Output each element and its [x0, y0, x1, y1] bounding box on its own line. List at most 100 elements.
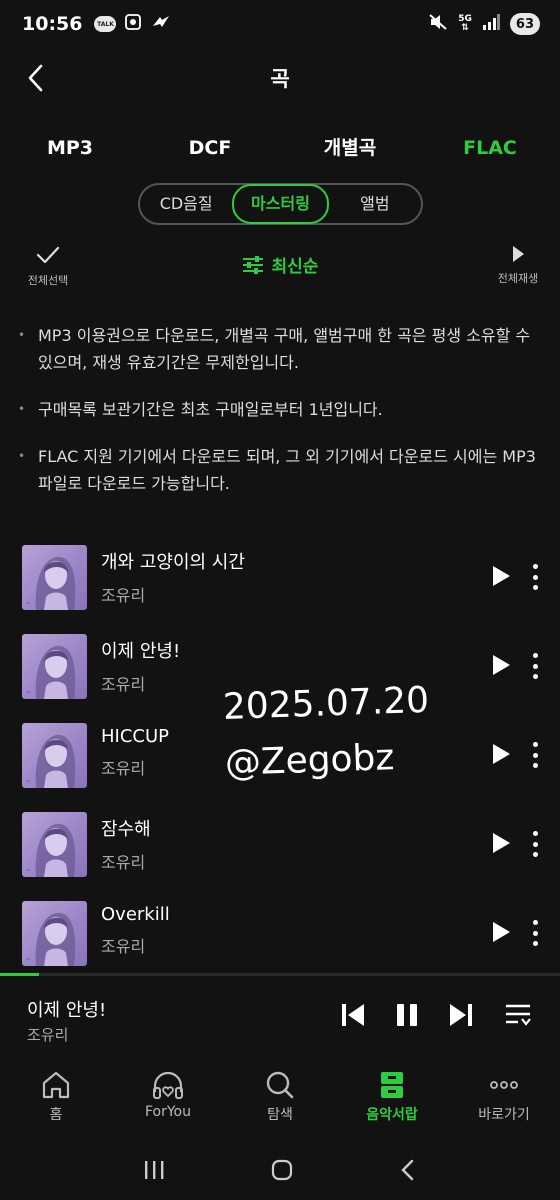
notice-text: MP3 이용권으로 다운로드, 개별곡 구매, 앨범구매 한 곡은 평생 소유할… — [38, 326, 531, 372]
album-illustration: ~ — [26, 556, 76, 610]
tab-individual[interactable]: 개별곡 — [280, 128, 420, 168]
segment-cd-quality[interactable]: CD음질 — [140, 185, 232, 223]
play-icon — [493, 744, 510, 764]
nav-explore[interactable]: 탐색 — [224, 1060, 336, 1144]
song-info: 개와 고양이의 시간 조유리 — [101, 548, 245, 606]
mute-icon — [428, 13, 448, 35]
more-dot — [532, 831, 538, 836]
home-system-button[interactable] — [270, 1158, 294, 1186]
notice-item: • FLAC 지원 기기에서 다운로드 되며, 그 외 기기에서 다운로드 시에… — [18, 443, 546, 497]
pause-icon — [397, 1004, 417, 1026]
song-artist: 조유리 — [101, 937, 146, 956]
play-icon — [493, 833, 510, 853]
more-dot — [532, 763, 538, 768]
back-button[interactable] — [20, 62, 52, 94]
drawer-icon — [381, 1072, 403, 1098]
notice-item: • 구매목록 보관기간은 최초 구매일로부터 1년입니다. — [18, 396, 546, 423]
song-more-button[interactable] — [526, 742, 544, 768]
album-art: ~ — [22, 545, 87, 610]
song-title: 잠수해 — [101, 819, 151, 840]
more-dot — [532, 742, 538, 747]
tab-flac[interactable]: FLAC — [420, 128, 560, 168]
signal-icon — [482, 14, 500, 34]
watermark-handle: @Zegobz — [224, 737, 395, 784]
more-dot — [532, 752, 538, 758]
bullet: • — [18, 328, 26, 342]
play-icon — [493, 655, 510, 675]
song-title: 이제 안녕! — [101, 641, 181, 662]
playlist-button[interactable] — [504, 1002, 532, 1032]
song-title: 개와 고양이의 시간 — [101, 552, 245, 573]
search-icon — [266, 1071, 294, 1099]
nav-home-label: 홈 — [49, 1107, 63, 1123]
now-playing-artist: 조유리 — [27, 1026, 69, 1044]
headphones-heart-icon — [153, 1071, 183, 1099]
play-icon — [493, 922, 510, 942]
song-row[interactable]: ~ Overkill 조유리 — [0, 896, 560, 985]
link-icon — [150, 14, 172, 34]
nav-home[interactable]: 홈 — [0, 1060, 112, 1144]
screenshot-icon — [124, 13, 142, 35]
segment-album[interactable]: 앨범 — [329, 185, 421, 223]
nav-shortcuts[interactable]: 바로가기 — [448, 1060, 560, 1144]
song-info: Overkill 조유리 — [101, 904, 170, 957]
pause-button[interactable] — [394, 1002, 420, 1032]
song-play-button[interactable] — [490, 831, 512, 855]
notice-list: • MP3 이용권으로 다운로드, 개별곡 구매, 앨범구매 한 곡은 평생 소… — [18, 322, 546, 517]
song-play-button[interactable] — [490, 564, 512, 588]
more-dot — [532, 663, 538, 669]
chevron-left-icon — [28, 64, 43, 92]
nav-music-drawer[interactable]: 음악서랍 — [336, 1060, 448, 1144]
song-more-button[interactable] — [526, 831, 544, 857]
back-system-button[interactable] — [398, 1158, 418, 1186]
next-button[interactable] — [448, 1002, 474, 1032]
sort-button[interactable]: 최신순 — [0, 252, 560, 277]
more-dots-icon — [490, 1081, 518, 1089]
mini-player[interactable]: 이제 안녕! 조유리 — [0, 976, 560, 1056]
bullet: • — [18, 449, 26, 463]
tab-mp3[interactable]: MP3 — [0, 128, 140, 168]
network-type: 5G — [458, 14, 472, 24]
skip-next-icon — [450, 1004, 472, 1026]
play-all-button[interactable]: 전체재생 — [490, 244, 546, 286]
more-dot — [532, 653, 538, 658]
sort-label: 최신순 — [271, 257, 319, 277]
system-navigation-bar — [0, 1144, 560, 1200]
list-toolbar: 전체선택 최신순 전체재생 — [0, 240, 560, 296]
album-illustration: ~ — [26, 734, 76, 788]
song-title: HICCUP — [101, 726, 170, 747]
song-play-button[interactable] — [490, 920, 512, 944]
svg-text:~: ~ — [26, 778, 31, 785]
status-bar: 10:56 TALK 5G ⇅ 63 — [0, 0, 560, 48]
album-art: ~ — [22, 812, 87, 877]
recent-apps-icon — [145, 1161, 164, 1179]
more-dot — [532, 585, 538, 590]
segment-mastering[interactable]: 마스터링 — [232, 184, 329, 224]
song-play-button[interactable] — [490, 742, 512, 766]
watermark-date: 2025.07.20 — [222, 679, 430, 728]
tab-dcf[interactable]: DCF — [140, 128, 280, 168]
svg-text:~: ~ — [26, 689, 31, 696]
album-illustration: ~ — [26, 912, 76, 966]
song-more-button[interactable] — [526, 564, 544, 590]
home-circle-icon — [271, 1159, 293, 1181]
album-illustration: ~ — [26, 645, 76, 699]
song-row[interactable]: ~ 개와 고양이의 시간 조유리 — [0, 540, 560, 629]
recent-apps-button[interactable] — [142, 1159, 166, 1185]
album-illustration: ~ — [26, 823, 76, 877]
song-play-button[interactable] — [490, 653, 512, 677]
song-more-button[interactable] — [526, 653, 544, 679]
album-art: ~ — [22, 723, 87, 788]
song-row[interactable]: ~ 잠수해 조유리 — [0, 807, 560, 896]
playlist-icon — [506, 1004, 531, 1026]
notice-text: 구매목록 보관기간은 최초 구매일로부터 1년입니다. — [38, 400, 383, 419]
more-dot — [532, 930, 538, 936]
song-more-button[interactable] — [526, 920, 544, 946]
more-dot — [532, 574, 538, 580]
notice-text: FLAC 지원 기기에서 다운로드 되며, 그 외 기기에서 다운로드 시에는 … — [38, 447, 536, 493]
previous-button[interactable] — [340, 1002, 366, 1032]
bullet: • — [18, 402, 26, 416]
nav-foryou[interactable]: ForYou — [112, 1060, 224, 1144]
play-all-label: 전체재생 — [497, 272, 539, 285]
album-art: ~ — [22, 634, 87, 699]
